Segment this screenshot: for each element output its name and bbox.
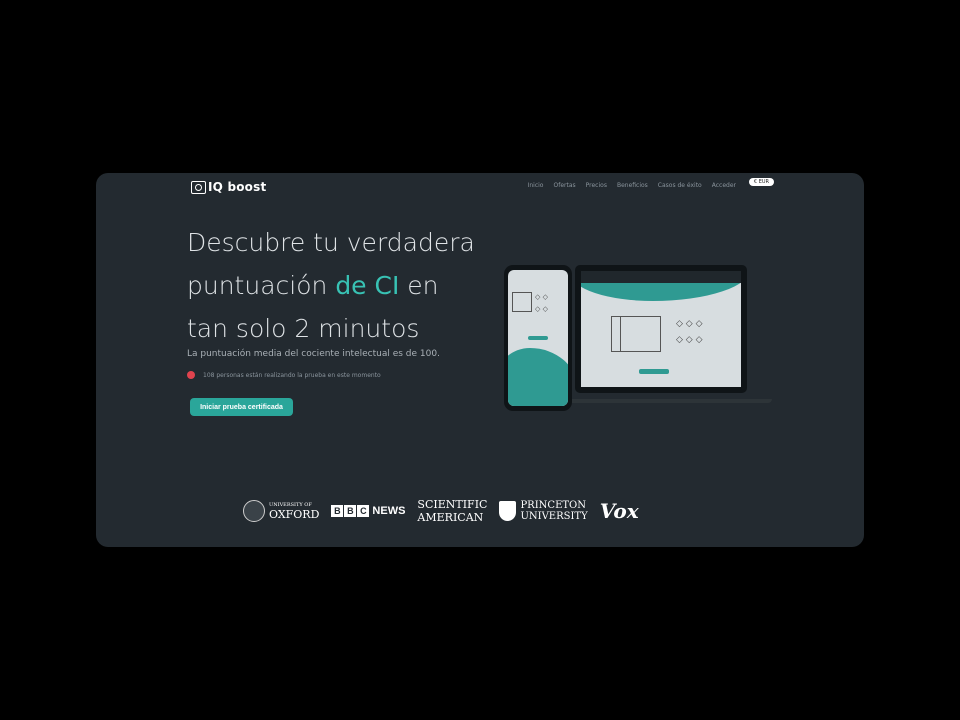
bbc-news-text: NEWS	[372, 505, 406, 517]
nav-ofertas[interactable]: Ofertas	[553, 182, 575, 189]
hero-headline: Descubre tu verdadera puntuación de CI e…	[187, 221, 487, 350]
oxford-wordmark: UNIVERSITY OF OXFORD	[269, 502, 319, 521]
nav-acceder[interactable]: Acceder	[712, 182, 736, 189]
main-nav: Inicio Ofertas Precios Beneficios Casos …	[528, 182, 736, 189]
phone-mockup: ◇ ◇ ◇ ◇	[504, 265, 572, 411]
phone-puzzle-grid	[512, 292, 532, 312]
scientific-american-logo: SCIENTIFIC AMERICAN	[417, 498, 487, 524]
sciam-line2: AMERICAN	[417, 511, 484, 524]
bbc-box-3: C	[357, 505, 370, 517]
press-logos: UNIVERSITY OF OXFORD B B C NEWS SCIENTIF…	[243, 498, 651, 524]
phone-wave	[508, 348, 568, 406]
bbc-box-1: B	[331, 505, 344, 517]
sciam-line1: SCIENTIFIC	[417, 498, 488, 511]
logo-text: IQ boost	[208, 180, 267, 194]
landing-card: IQ boost Inicio Ofertas Precios Benefici…	[96, 173, 864, 547]
princeton-logo: PRINCETON UNIVERSITY	[499, 500, 588, 522]
oxford-crest-icon	[243, 500, 265, 522]
princeton-wordmark: PRINCETON UNIVERSITY	[520, 500, 587, 522]
princeton-line2: UNIVERSITY	[520, 511, 588, 522]
laptop-topbar	[581, 271, 741, 283]
laptop-screen: ◇ ◇ ◇ ◇ ◇ ◇	[581, 271, 741, 387]
princeton-line1: PRINCETON	[520, 500, 586, 511]
oxford-large: OXFORD	[269, 507, 320, 521]
live-dot-icon	[187, 371, 195, 379]
hero-subtitle: La puntuación media del cociente intelec…	[187, 349, 440, 359]
start-test-button[interactable]: Iniciar prueba certificada	[190, 398, 293, 416]
live-status: 108 personas están realizando la prueba …	[187, 371, 381, 379]
brand-logo[interactable]: IQ boost	[191, 180, 266, 194]
laptop-mockup: ◇ ◇ ◇ ◇ ◇ ◇	[575, 265, 747, 393]
vox-logo: Vox	[599, 499, 639, 523]
live-status-text: 108 personas están realizando la prueba …	[203, 371, 381, 379]
phone-screen: ◇ ◇ ◇ ◇	[508, 270, 568, 406]
laptop-base	[566, 399, 772, 403]
logo-icon	[191, 180, 206, 194]
princeton-shield-icon	[499, 501, 517, 521]
laptop-button	[639, 369, 669, 374]
headline-accent: de CI	[335, 271, 400, 300]
oxford-logo: UNIVERSITY OF OXFORD	[243, 500, 319, 522]
phone-button	[528, 336, 548, 340]
bbc-news-logo: B B C NEWS	[331, 505, 405, 517]
puzzle-options: ◇ ◇ ◇ ◇ ◇ ◇	[676, 319, 703, 345]
puzzle-grid	[611, 316, 661, 352]
bbc-box-2: B	[344, 505, 357, 517]
phone-puzzle-options: ◇ ◇ ◇ ◇	[535, 293, 548, 313]
nav-beneficios[interactable]: Beneficios	[617, 182, 648, 189]
currency-selector[interactable]: € EUR	[748, 178, 774, 186]
nav-precios[interactable]: Precios	[586, 182, 607, 189]
nav-casos[interactable]: Casos de éxito	[658, 182, 702, 189]
nav-inicio[interactable]: Inicio	[528, 182, 544, 189]
